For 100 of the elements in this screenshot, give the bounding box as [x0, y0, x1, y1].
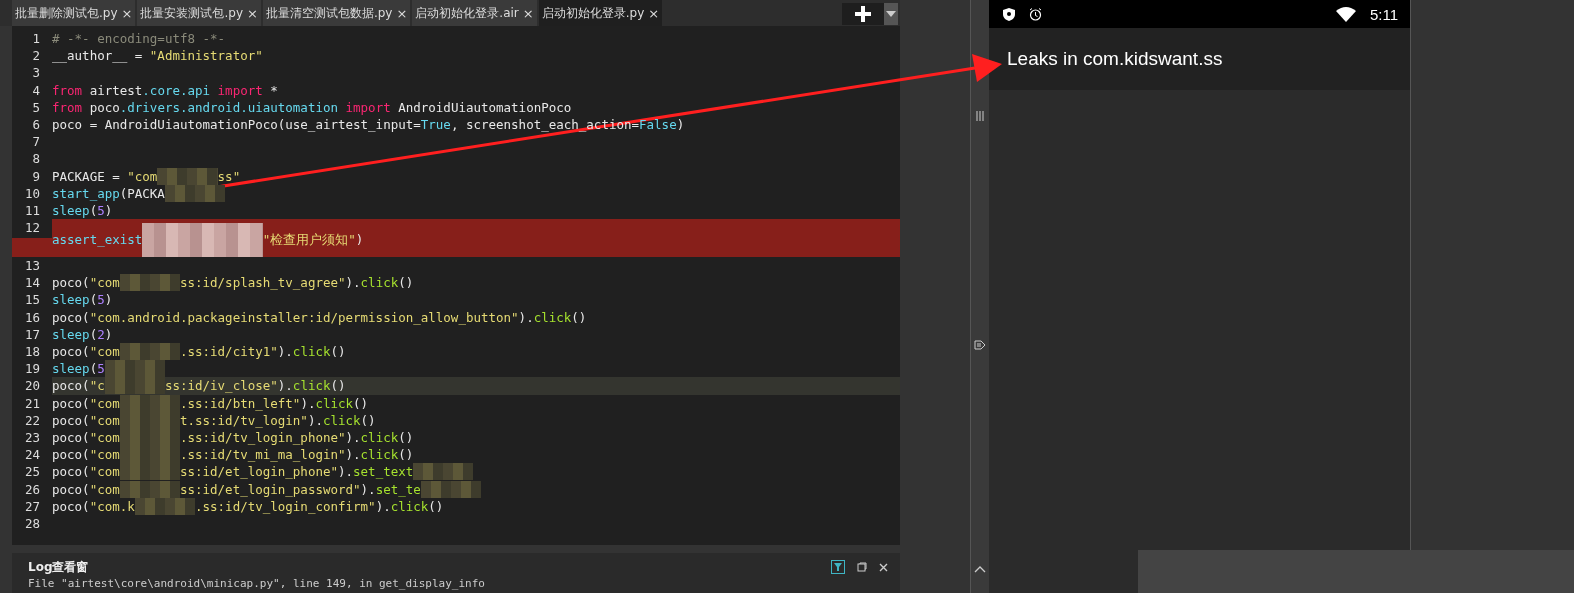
- code-text: ).: [277, 377, 293, 395]
- code-text: poco(: [52, 428, 90, 447]
- code-text: ).: [338, 463, 354, 481]
- code-text: 5: [97, 291, 105, 309]
- code-text: click: [322, 411, 361, 429]
- code-text: ): [104, 201, 113, 220]
- editor-tab[interactable]: 启动初始化登录.air ×: [412, 0, 537, 26]
- code-text: click: [390, 497, 429, 515]
- code-text: *: [269, 81, 278, 99]
- filter-icon[interactable]: [831, 560, 845, 574]
- code-text: ): [355, 231, 364, 249]
- code-text: 5: [97, 201, 105, 220]
- line-number: 16: [23, 308, 41, 326]
- pixelated-area: [119, 343, 180, 361]
- pixelated-area: [119, 274, 180, 292]
- code-text: AndroidUiautomationPoco: [397, 98, 572, 116]
- code-text: click: [360, 428, 399, 447]
- caret-icon: [886, 11, 896, 17]
- line-number: 19: [23, 360, 41, 378]
- code-text: from: [52, 98, 83, 116]
- code-text: "com.android.packageinstaller:id/permission_allow_button": [89, 308, 519, 326]
- new-tab-button[interactable]: [842, 3, 884, 25]
- line-number: 17: [23, 325, 41, 343]
- code-text: "c: [89, 377, 105, 395]
- code-text: start_app: [52, 184, 120, 202]
- close-icon[interactable]: ×: [522, 5, 534, 21]
- code-text: "com: [89, 394, 120, 412]
- clock-time: 5:11: [1369, 5, 1398, 23]
- code-text: (): [360, 411, 376, 429]
- code-text: "com: [127, 167, 158, 185]
- code-text: .drivers.android.uiautomation: [119, 98, 338, 116]
- code-text: ss:id/et_login_phone": [179, 463, 338, 481]
- code-text: (): [571, 308, 587, 326]
- editor-tab[interactable]: 批量删除测试包.py ×: [12, 0, 136, 26]
- code-text: ).: [345, 428, 361, 447]
- close-icon[interactable]: ×: [396, 5, 408, 21]
- line-number: 26: [23, 480, 41, 498]
- code-text: click: [292, 343, 331, 361]
- line-number: 23: [23, 428, 41, 447]
- drag-handle-icon[interactable]: [976, 111, 984, 121]
- code-text: poco(: [52, 377, 90, 395]
- code-text: (): [398, 428, 414, 447]
- arrow-icon[interactable]: [974, 339, 986, 351]
- code-text: click: [360, 274, 399, 292]
- restore-icon[interactable]: [857, 562, 867, 572]
- code-text: "com.k: [89, 497, 135, 515]
- close-icon[interactable]: [879, 562, 888, 572]
- line-number: 20: [23, 377, 41, 395]
- close-icon[interactable]: ×: [648, 5, 660, 21]
- line-number: 9: [31, 167, 41, 185]
- code-text: import: [344, 98, 391, 116]
- dropdown-button[interactable]: [884, 3, 898, 25]
- code-text: (PACKA: [119, 184, 165, 202]
- code-editor[interactable]: [12, 26, 900, 545]
- code-text: .ss:id/tv_login_confirm": [195, 497, 376, 515]
- app-title: Leaks in com.kidswant.ss: [1007, 48, 1223, 70]
- code-text: sleep: [52, 291, 90, 309]
- shield-icon: [1003, 7, 1015, 21]
- code-text: "Administrator": [149, 47, 263, 65]
- editor-tab[interactable]: 批量安装测试包.py ×: [137, 0, 261, 26]
- code-text: (: [89, 325, 98, 343]
- code-text: (): [428, 497, 444, 515]
- code-text: poco(: [52, 411, 90, 429]
- code-text: __author__ =: [52, 47, 144, 65]
- code-text: poco(: [52, 446, 90, 464]
- line-number: 4: [31, 81, 41, 99]
- close-icon[interactable]: ×: [247, 5, 258, 21]
- code-text: poco(: [52, 274, 90, 292]
- code-text: sleep: [52, 360, 90, 378]
- code-text: (): [398, 446, 414, 464]
- code-text: poco: [88, 98, 120, 116]
- line-number: 10: [23, 184, 41, 202]
- code-text: (): [330, 343, 346, 361]
- code-text: click: [533, 308, 572, 326]
- code-text: (): [330, 377, 346, 395]
- code-text: "检查用户须知": [262, 231, 356, 249]
- line-number: 2: [31, 47, 41, 65]
- code-text: poco(: [52, 308, 90, 326]
- pixelated-area: [134, 497, 195, 515]
- code-text: # -*- encoding=utf8 -*-: [52, 30, 226, 48]
- plus-icon: [855, 6, 871, 22]
- close-icon[interactable]: ×: [121, 5, 133, 21]
- code-text: True: [420, 115, 451, 134]
- chevron-up-icon[interactable]: [974, 566, 986, 573]
- code-text: poco(: [52, 463, 90, 481]
- code-text: ss:id/splash_tv_agree": [179, 274, 346, 292]
- line-number: 27: [23, 497, 41, 515]
- code-text: .core.api: [142, 81, 211, 99]
- code-text: poco(: [52, 480, 90, 498]
- code-text: ).: [518, 308, 534, 326]
- code-text: sleep: [52, 325, 90, 343]
- pixelated-area: [157, 167, 218, 185]
- editor-tab[interactable]: 启动初始化登录.py ×: [538, 0, 663, 26]
- code-text: False: [639, 115, 677, 134]
- line-number: 8: [31, 150, 41, 168]
- editor-tab[interactable]: 批量清空测试包数据.py ×: [262, 0, 411, 26]
- code-text: (: [89, 360, 98, 378]
- code-text: PACKAGE =: [52, 167, 121, 185]
- code-text: ): [104, 325, 113, 343]
- code-text: 5: [97, 360, 105, 378]
